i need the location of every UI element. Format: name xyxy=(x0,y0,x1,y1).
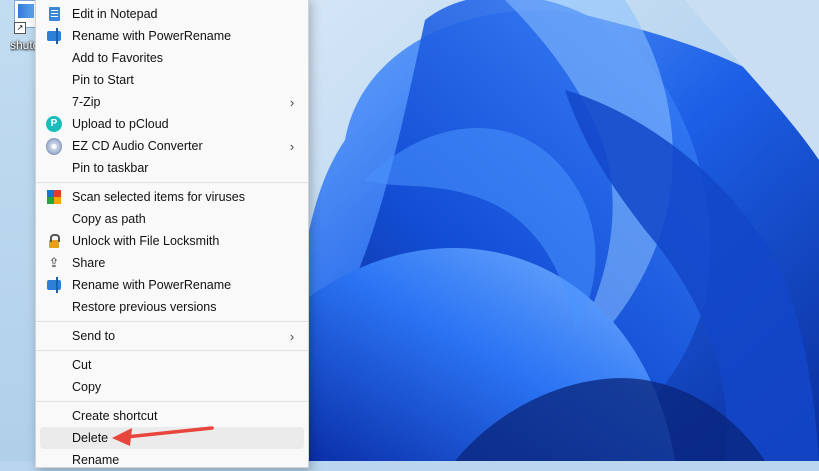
menu-item-upload-to-pcloud[interactable]: P Upload to pCloud xyxy=(36,113,308,135)
menu-item-add-to-favorites[interactable]: Add to Favorites xyxy=(36,47,308,69)
menu-item-label: Pin to Start xyxy=(72,73,134,87)
wallpaper xyxy=(305,0,819,461)
menu-item-label: Add to Favorites xyxy=(72,51,164,65)
menu-item-copy[interactable]: Copy xyxy=(36,376,308,398)
menu-item-label: Share xyxy=(72,256,106,270)
menu-item-cut[interactable]: Cut xyxy=(36,354,308,376)
menu-item-label: Copy xyxy=(72,380,102,394)
menu-item-pin-to-start[interactable]: Pin to Start xyxy=(36,69,308,91)
menu-item-label: Rename xyxy=(72,453,120,467)
menu-item-label: Rename with PowerRename xyxy=(72,29,232,43)
menu-item-rename-with-powerrename-2[interactable]: Rename with PowerRename xyxy=(36,274,308,296)
shortcut-arrow-icon: ↗ xyxy=(14,22,26,34)
menu-item-label: 7-Zip xyxy=(72,95,101,109)
menu-item-share[interactable]: ⇪ Share xyxy=(36,252,308,274)
powerrename-icon xyxy=(46,277,62,293)
chevron-right-icon: › xyxy=(289,94,295,110)
chevron-right-icon: › xyxy=(289,138,295,154)
menu-item-label: Cut xyxy=(72,358,92,372)
menu-item-label: Scan selected items for viruses xyxy=(72,190,245,204)
menu-item-label: Edit in Notepad xyxy=(72,7,158,21)
pcloud-icon: P xyxy=(46,116,62,132)
menu-item-edit-in-notepad[interactable]: Edit in Notepad xyxy=(36,3,308,25)
menu-item-copy-as-path[interactable]: Copy as path xyxy=(36,208,308,230)
cd-icon xyxy=(46,137,62,155)
menu-item-ez-cd-audio-converter[interactable]: EZ CD Audio Converter › xyxy=(36,135,308,157)
menu-item-label: Restore previous versions xyxy=(72,300,217,314)
menu-item-label: Send to xyxy=(72,329,116,343)
menu-item-rename[interactable]: Rename xyxy=(36,449,308,471)
powerrename-icon xyxy=(46,28,62,44)
menu-item-label: EZ CD Audio Converter xyxy=(72,139,203,153)
menu-item-label: Pin to taskbar xyxy=(72,161,149,175)
menu-item-send-to[interactable]: Send to › xyxy=(36,325,308,347)
menu-separator xyxy=(36,182,308,183)
menu-item-unlock-with-file-locksmith[interactable]: Unlock with File Locksmith xyxy=(36,230,308,252)
wallpaper-bloom-graphic xyxy=(305,0,819,461)
chevron-right-icon: › xyxy=(289,328,295,344)
share-icon: ⇪ xyxy=(48,255,60,270)
menu-item-scan-for-viruses[interactable]: Scan selected items for viruses xyxy=(36,186,308,208)
menu-item-restore-previous-versions[interactable]: Restore previous versions xyxy=(36,296,308,318)
context-menu: Edit in Notepad Rename with PowerRename … xyxy=(35,0,309,468)
menu-item-label: Unlock with File Locksmith xyxy=(72,234,220,248)
menu-separator xyxy=(36,321,308,322)
menu-item-pin-to-taskbar[interactable]: Pin to taskbar xyxy=(36,157,308,179)
menu-item-rename-with-powerrename[interactable]: Rename with PowerRename xyxy=(36,25,308,47)
lock-icon xyxy=(46,233,62,249)
menu-item-label: Copy as path xyxy=(72,212,146,226)
menu-separator xyxy=(36,350,308,351)
menu-separator xyxy=(36,401,308,402)
menu-item-label: Rename with PowerRename xyxy=(72,278,232,292)
antivirus-icon xyxy=(46,189,62,205)
menu-item-label: Upload to pCloud xyxy=(72,117,169,131)
notepad-icon xyxy=(46,6,62,22)
annotation-arrow-icon xyxy=(112,426,214,446)
menu-item-7-zip[interactable]: 7-Zip › xyxy=(36,91,308,113)
